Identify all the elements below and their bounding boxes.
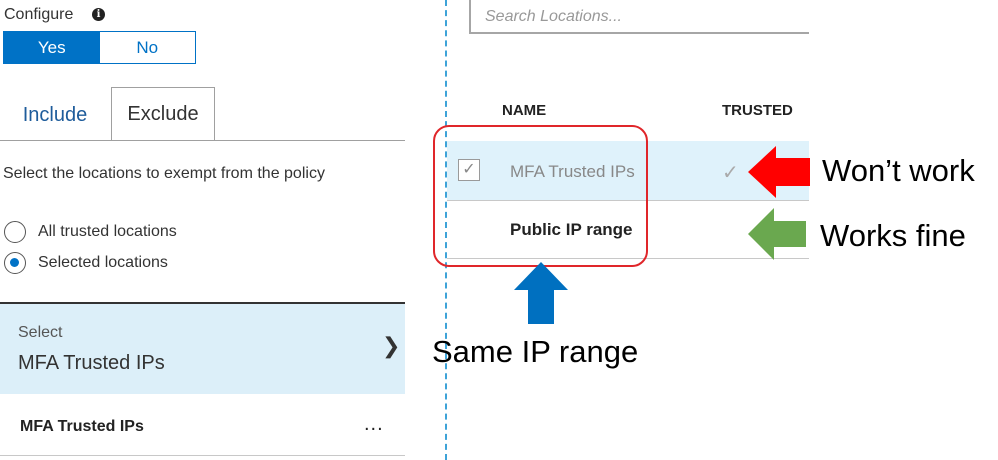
radio-all-trusted-locations[interactable]: All trusted locations	[4, 221, 177, 243]
blue-arrow-icon	[514, 262, 568, 324]
toggle-yes-button[interactable]: Yes	[4, 32, 100, 63]
select-locations-picker[interactable]: Select MFA Trusted IPs ❯	[0, 302, 405, 394]
select-label: Select	[18, 324, 63, 341]
tab-divider	[0, 140, 405, 141]
tab-include[interactable]: Include	[5, 90, 105, 140]
radio-button[interactable]	[4, 221, 26, 243]
annotation-wont-work: Won’t work	[822, 153, 975, 188]
red-arrow-icon	[748, 146, 810, 198]
toggle-no-button[interactable]: No	[99, 32, 195, 63]
search-box[interactable]	[469, 0, 809, 34]
radio-label: Selected locations	[38, 254, 168, 271]
info-icon[interactable]: i	[92, 8, 105, 21]
radio-selected-locations[interactable]: Selected locations	[4, 252, 168, 274]
configure-toggle[interactable]: Yes No	[3, 31, 196, 64]
column-header-trusted[interactable]: TRUSTED	[722, 102, 793, 119]
more-options-icon[interactable]: ...	[364, 413, 384, 436]
radio-button-selected[interactable]	[4, 252, 26, 274]
selected-location-item: MFA Trusted IPs	[20, 418, 144, 435]
list-divider	[0, 455, 405, 456]
highlight-rectangle	[433, 125, 648, 267]
green-arrow-icon	[748, 208, 806, 260]
search-input[interactable]	[483, 6, 787, 28]
annotation-works-fine: Works fine	[820, 218, 966, 253]
column-header-name[interactable]: NAME	[502, 102, 546, 119]
chevron-right-icon: ❯	[382, 334, 401, 359]
select-value: MFA Trusted IPs	[18, 352, 165, 374]
trusted-check-icon: ✓	[722, 162, 739, 184]
annotation-same-ip-range: Same IP range	[432, 334, 639, 369]
radio-label: All trusted locations	[38, 223, 177, 240]
configure-label: Configure	[4, 6, 74, 23]
exclude-description: Select the locations to exempt from the …	[3, 165, 325, 182]
tab-exclude[interactable]: Exclude	[111, 87, 215, 140]
